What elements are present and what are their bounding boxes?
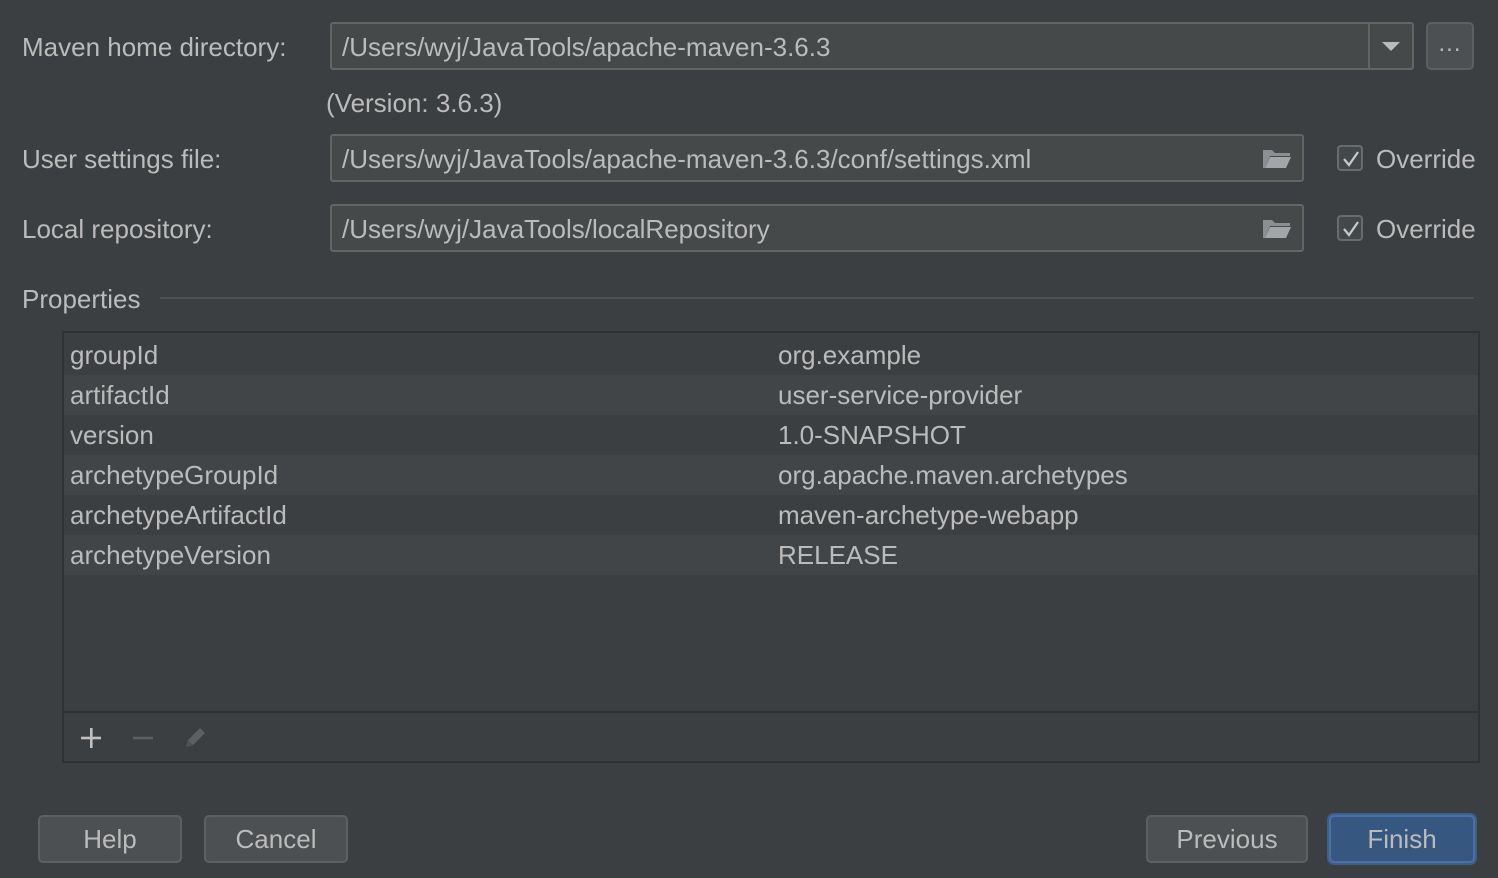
cancel-button[interactable]: Cancel: [204, 815, 348, 863]
property-value: org.apache.maven.archetypes: [778, 460, 1128, 490]
pencil-icon[interactable]: [182, 725, 208, 751]
property-value: 1.0-SNAPSHOT: [778, 420, 966, 450]
finish-button[interactable]: Finish: [1329, 815, 1475, 863]
property-key: artifactId: [70, 380, 170, 410]
table-row[interactable]: archetypeArtifactId maven-archetype-weba…: [64, 495, 1478, 535]
local-repository-field[interactable]: /Users/wyj/JavaTools/localRepository: [330, 204, 1304, 252]
properties-toolbar: [64, 711, 1478, 761]
property-key: archetypeArtifactId: [70, 500, 287, 530]
maven-version-text: (Version: 3.6.3): [326, 88, 503, 118]
properties-table: groupId org.example artifactId user-serv…: [62, 331, 1480, 763]
property-value: user-service-provider: [778, 380, 1023, 410]
user-settings-override-checkbox[interactable]: [1337, 145, 1363, 171]
user-settings-value: /Users/wyj/JavaTools/apache-maven-3.6.3/…: [342, 144, 1032, 174]
table-row[interactable]: artifactId user-service-provider: [64, 375, 1478, 415]
folder-icon[interactable]: [1262, 146, 1292, 170]
properties-title: Properties: [22, 284, 141, 314]
property-value: RELEASE: [778, 540, 898, 570]
maven-home-combobox[interactable]: /Users/wyj/JavaTools/apache-maven-3.6.3: [330, 22, 1414, 70]
checkmark-icon: [1343, 221, 1359, 237]
user-settings-label: User settings file:: [22, 144, 222, 174]
table-row[interactable]: archetypeVersion RELEASE: [64, 535, 1478, 575]
properties-divider: [160, 297, 1474, 299]
previous-button[interactable]: Previous: [1146, 815, 1308, 863]
maven-home-dropdown-button[interactable]: [1368, 24, 1412, 68]
property-key: archetypeVersion: [70, 540, 271, 570]
user-settings-override-label[interactable]: Override: [1376, 144, 1476, 174]
local-repository-label: Local repository:: [22, 214, 213, 244]
table-row[interactable]: version 1.0-SNAPSHOT: [64, 415, 1478, 455]
property-value: maven-archetype-webapp: [778, 500, 1079, 530]
user-settings-field[interactable]: /Users/wyj/JavaTools/apache-maven-3.6.3/…: [330, 134, 1304, 182]
help-button[interactable]: Help: [38, 815, 182, 863]
local-repository-override-checkbox[interactable]: [1337, 215, 1363, 241]
plus-icon[interactable]: [78, 725, 104, 751]
browse-maven-home-button[interactable]: ...: [1426, 22, 1474, 70]
table-row[interactable]: archetypeGroupId org.apache.maven.archet…: [64, 455, 1478, 495]
local-repository-override-label[interactable]: Override: [1376, 214, 1476, 244]
property-value: org.example: [778, 340, 922, 370]
browse-label: ...: [1438, 30, 1462, 57]
minus-icon[interactable]: [130, 725, 156, 751]
checkmark-icon: [1343, 151, 1359, 167]
property-key: version: [70, 420, 154, 450]
maven-settings-dialog: Maven home directory: /Users/wyj/JavaToo…: [0, 0, 1498, 878]
folder-icon[interactable]: [1262, 216, 1292, 240]
maven-home-value: /Users/wyj/JavaTools/apache-maven-3.6.3: [342, 32, 831, 62]
property-key: groupId: [70, 340, 159, 370]
table-row[interactable]: groupId org.example: [64, 335, 1478, 375]
maven-home-label: Maven home directory:: [22, 32, 287, 62]
chevron-down-icon: [1382, 42, 1400, 51]
property-key: archetypeGroupId: [70, 460, 279, 490]
local-repository-value: /Users/wyj/JavaTools/localRepository: [342, 214, 770, 244]
